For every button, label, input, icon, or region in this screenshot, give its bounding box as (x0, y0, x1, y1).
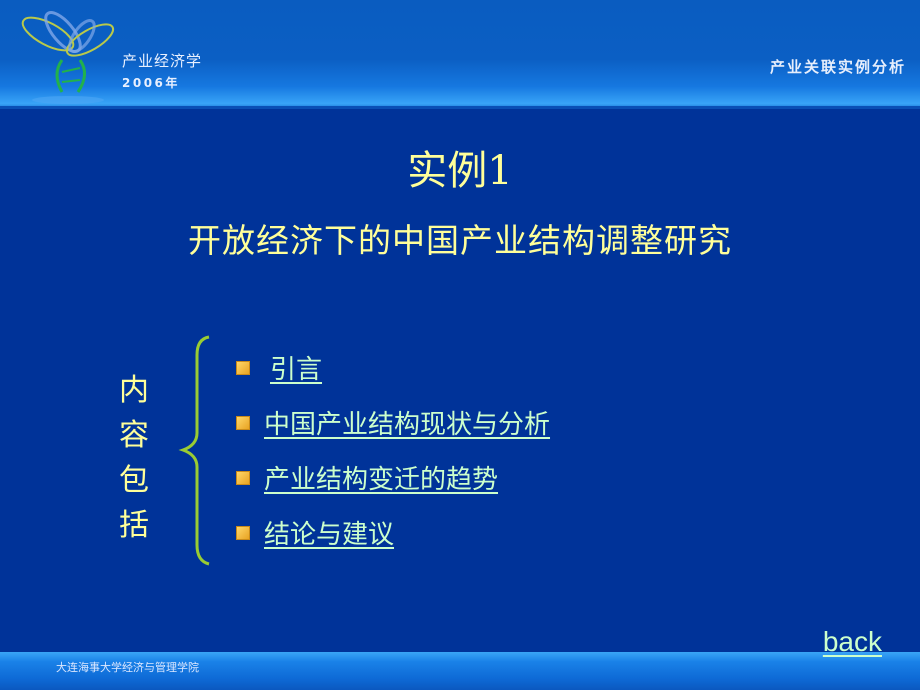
contents-list: 引言 中国产业结构现状与分析 产业结构变迁的趋势 结论与建议 (236, 340, 550, 560)
toc-link-current-analysis[interactable]: 中国产业结构现状与分析 (264, 404, 550, 441)
square-bullet-icon (236, 470, 250, 485)
toc-item: 产业结构变迁的趋势 (236, 450, 550, 505)
toc-item: 引言 (236, 340, 550, 395)
dragonfly-logo-icon (21, 11, 115, 104)
back-link[interactable]: back (823, 626, 882, 658)
footer-institution: 大连海事大学经济与管理学院 (56, 661, 199, 674)
header-banner: 产业经济学 2006年 产业关联实例分析 (0, 0, 920, 108)
footer-banner: 大连海事大学经济与管理学院 (0, 652, 920, 690)
slide-subtitle: 开放经济下的中国产业结构调整研究 (188, 221, 732, 260)
toc-item: 结论与建议 (236, 505, 550, 560)
contents-label-char: 内 (119, 373, 149, 408)
square-bullet-icon (236, 415, 250, 430)
header-divider (0, 106, 920, 109)
toc-item: 中国产业结构现状与分析 (236, 395, 550, 450)
square-bullet-icon (236, 525, 250, 540)
toc-link-introduction[interactable]: 引言 (270, 349, 322, 386)
curly-brace-icon (178, 335, 210, 566)
contents-label: 内 容 包 括 (114, 368, 154, 548)
contents-label-char: 容 (119, 418, 149, 453)
toc-link-conclusions[interactable]: 结论与建议 (264, 514, 394, 551)
toc-link-trends[interactable]: 产业结构变迁的趋势 (264, 459, 498, 496)
contents-label-char: 括 (119, 508, 149, 543)
slide-title: 实例1 (407, 148, 513, 194)
org-title: 产业经济学 (122, 52, 203, 70)
contents-label-char: 包 (119, 463, 149, 498)
org-year: 2006年 (122, 76, 180, 90)
section-title: 产业关联实例分析 (769, 58, 906, 76)
square-bullet-icon (236, 360, 250, 375)
